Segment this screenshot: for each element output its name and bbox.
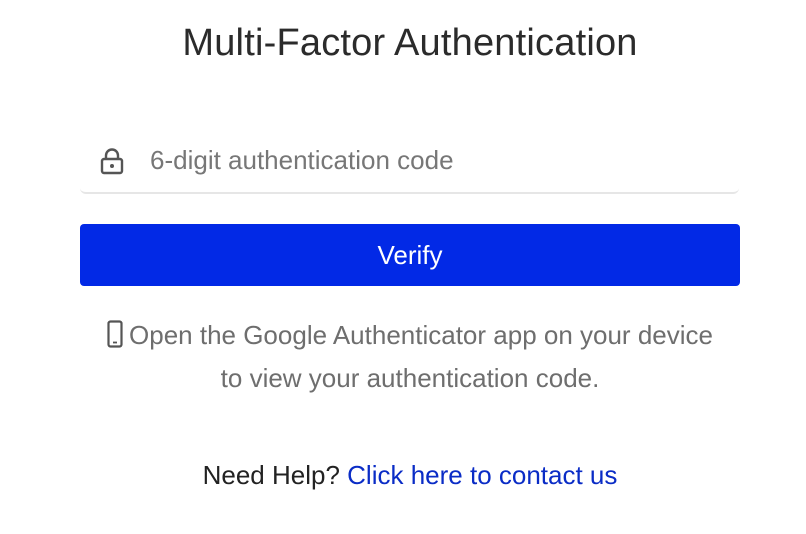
contact-us-link[interactable]: Click here to contact us — [347, 460, 617, 490]
hint-text: Open the Google Authenticator app on you… — [129, 320, 713, 393]
authenticator-hint: Open the Google Authenticator app on you… — [100, 314, 720, 400]
verify-button[interactable]: Verify — [80, 224, 740, 286]
page-title: Multi-Factor Authentication — [182, 22, 638, 64]
help-prefix: Need Help? — [202, 460, 340, 490]
help-line: Need Help? Click here to contact us — [0, 460, 806, 491]
smartphone-icon — [107, 318, 123, 348]
authentication-code-field — [80, 128, 739, 194]
authentication-code-input[interactable] — [150, 142, 720, 178]
lock-icon — [98, 147, 126, 175]
